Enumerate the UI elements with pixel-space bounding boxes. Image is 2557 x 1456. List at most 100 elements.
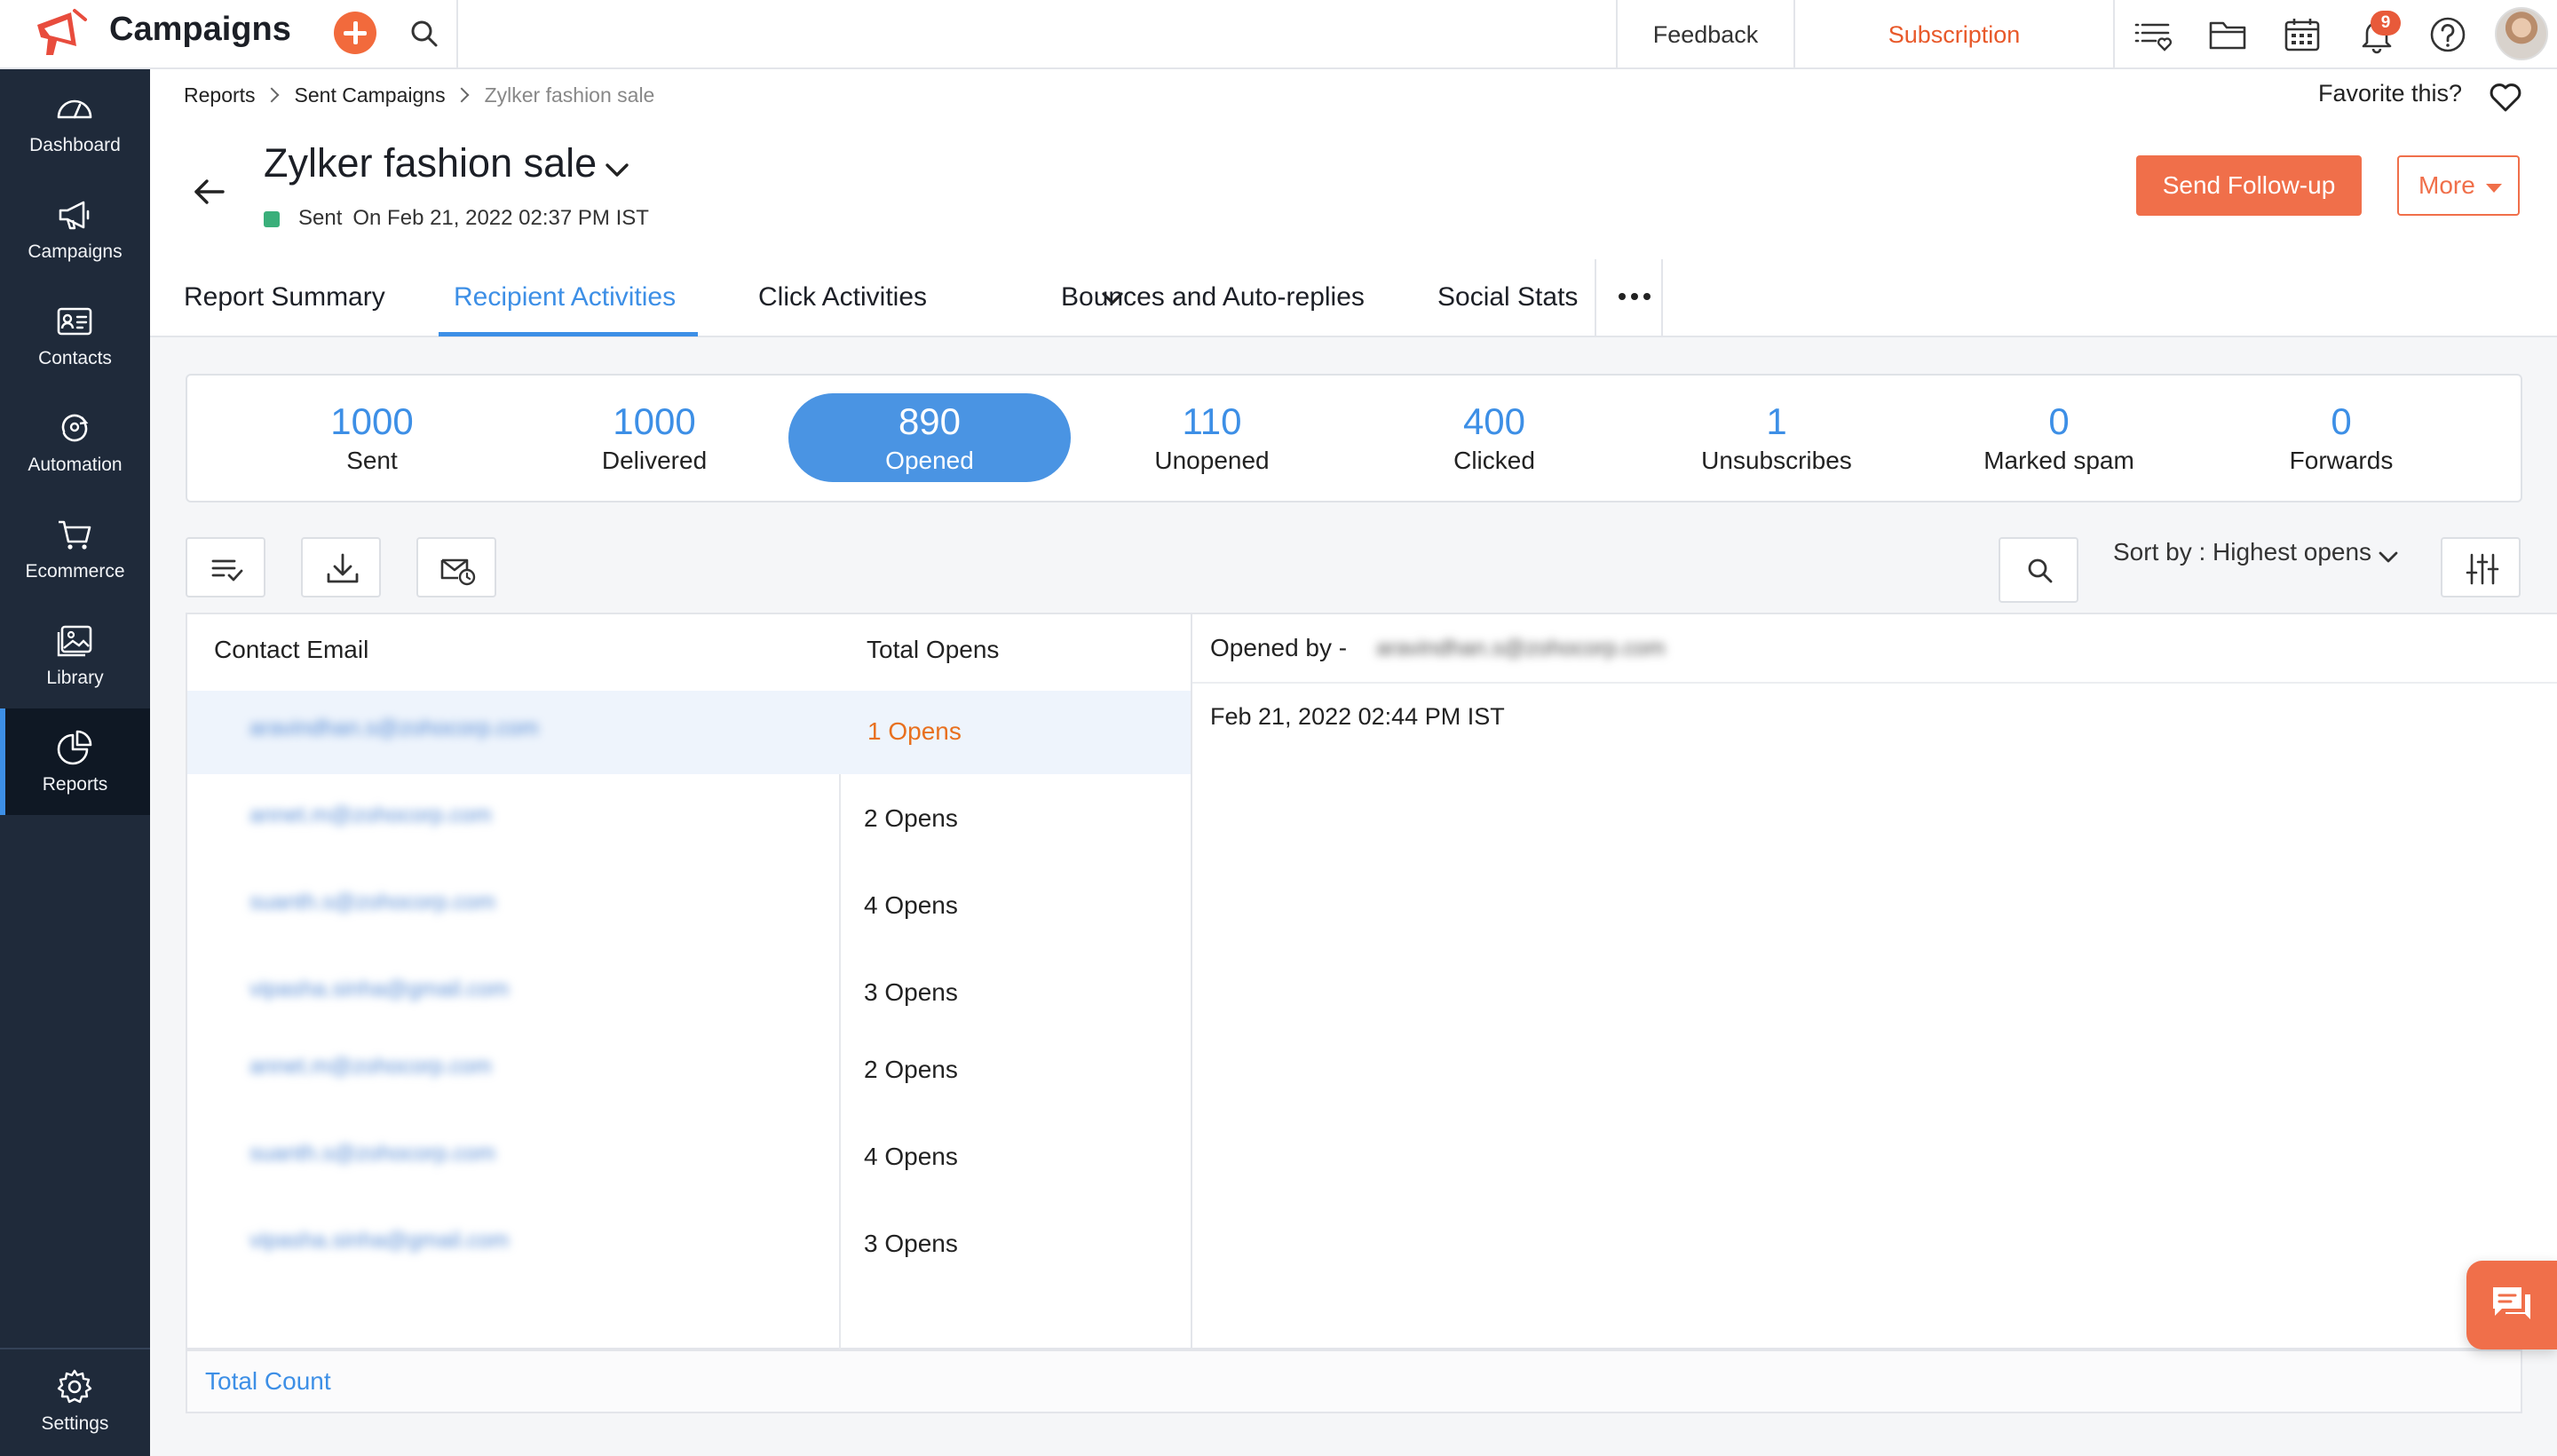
stat-clicked[interactable]: 400 Clicked — [1353, 376, 1635, 501]
table-footer: Total Count — [186, 1349, 2522, 1413]
total-opens: 3 Opens — [864, 978, 958, 1006]
cart-icon — [59, 520, 91, 550]
subscription-link[interactable]: Subscription — [1795, 0, 2113, 69]
more-button[interactable]: More — [2397, 155, 2520, 216]
total-count-link[interactable]: Total Count — [205, 1367, 331, 1396]
sent-timestamp: On Feb 21, 2022 02:37 PM IST — [352, 206, 649, 230]
stat-label: Unopened — [1154, 447, 1270, 474]
contact-email[interactable]: annet.m@zohocorp.com — [249, 803, 492, 828]
stat-sent[interactable]: 1000 Sent — [231, 376, 513, 501]
stat-unopened[interactable]: 110 Unopened — [1071, 376, 1353, 501]
stat-value: 1000 — [330, 400, 414, 442]
image-library-icon — [57, 625, 92, 657]
chevron-down-icon[interactable] — [601, 154, 633, 186]
contact-email[interactable]: annet.m@zohocorp.com — [249, 1054, 492, 1080]
active-tab-indicator — [439, 332, 698, 336]
sort-by-dropdown[interactable]: Sort by : Highest opens — [2113, 538, 2371, 566]
search-icon[interactable] — [408, 18, 440, 50]
select-list-button[interactable] — [186, 537, 265, 597]
pie-chart-icon — [57, 730, 92, 765]
total-opens: 4 Opens — [864, 891, 958, 919]
chat-icon — [2493, 1287, 2530, 1319]
stat-delivered[interactable]: 1000 Delivered — [513, 376, 796, 501]
contact-email[interactable]: suanth.s@zohocorp.com — [249, 1141, 495, 1167]
tab-report-summary[interactable]: Report Summary — [184, 259, 385, 336]
tab-social-stats[interactable]: Social Stats — [1437, 259, 1578, 336]
tab-bounces-auto-replies[interactable]: Bounces and Auto-replies — [1061, 259, 1365, 336]
stat-opened[interactable]: 890 Opened — [788, 376, 1071, 501]
table-row[interactable]: suanth.s@zohocorp.com 4 Opens — [187, 1116, 1191, 1199]
column-header-email[interactable]: Contact Email — [214, 636, 368, 664]
calendar-icon[interactable] — [2282, 14, 2323, 55]
help-icon[interactable] — [2427, 14, 2468, 55]
sidebar-item-dashboard[interactable]: Dashboard — [0, 69, 150, 176]
breadcrumb-reports[interactable]: Reports — [184, 83, 256, 107]
table-row[interactable]: vipasha.sinha@gmail.com 3 Opens — [187, 952, 1191, 1035]
campaigns-logo-icon[interactable] — [32, 7, 91, 62]
open-timestamp: Feb 21, 2022 02:44 PM IST — [1210, 703, 1505, 730]
table-row[interactable]: annet.m@zohocorp.com 2 Opens — [187, 778, 1191, 861]
automation-icon — [61, 414, 89, 442]
contact-email[interactable]: vipasha.sinha@gmail.com — [249, 1228, 509, 1254]
stat-forwards[interactable]: 0 Forwards — [2200, 376, 2482, 501]
sidebar-item-library[interactable]: Library — [0, 602, 150, 708]
schedule-email-button[interactable] — [416, 537, 496, 597]
table-row[interactable]: vipasha.sinha@gmail.com 3 Opens — [187, 1203, 1191, 1286]
stat-label: Sent — [346, 447, 398, 474]
sidebar-item-ecommerce[interactable]: Ecommerce — [0, 495, 150, 602]
divider — [2113, 0, 2115, 69]
stat-label: Unsubscribes — [1701, 447, 1852, 474]
download-icon — [327, 553, 359, 583]
chevron-down-icon[interactable] — [2374, 543, 2403, 572]
heart-icon[interactable] — [2488, 80, 2523, 114]
table-row[interactable]: annet.m@zohocorp.com 2 Opens — [187, 1029, 1191, 1112]
status-badge: Sent — [298, 206, 343, 230]
stat-value: 890 — [898, 400, 962, 442]
back-arrow-icon[interactable] — [191, 178, 226, 206]
list-heart-icon[interactable] — [2133, 14, 2173, 55]
contact-email[interactable]: aravindhan.s@zohocorp.com — [249, 716, 539, 741]
folder-icon[interactable] — [2207, 14, 2248, 55]
status-text: Sent On Feb 21, 2022 02:37 PM IST — [298, 206, 649, 231]
status-indicator — [264, 211, 280, 227]
campaign-header: Reports Sent Campaigns Zylker fashion sale… — [150, 69, 2557, 259]
sidebar-item-label: Library — [46, 668, 104, 688]
total-opens: 2 Opens — [864, 804, 958, 832]
sidebar-item-automation[interactable]: Automation — [0, 389, 150, 495]
tab-click-activities[interactable]: Click Activities — [758, 259, 927, 336]
table-row[interactable]: aravindhan.s@zohocorp.com 1 Opens — [187, 691, 1191, 774]
column-header-opens[interactable]: Total Opens — [867, 636, 999, 664]
sidebar-item-settings[interactable]: Settings — [0, 1348, 150, 1454]
total-opens: 3 Opens — [864, 1230, 958, 1257]
contact-email[interactable]: vipasha.sinha@gmail.com — [249, 977, 509, 1002]
tab-recipient-activities[interactable]: Recipient Activities — [454, 259, 676, 336]
stat-value: 1 — [1766, 400, 1787, 442]
opened-by-header: Opened by - aravindhan.s@zohocorp.com — [1192, 614, 2557, 684]
sidebar-item-reports[interactable]: Reports — [0, 708, 150, 815]
sidebar-item-label: Contacts — [38, 348, 112, 368]
sidebar-item-label: Dashboard — [29, 135, 121, 155]
download-button[interactable] — [301, 537, 381, 597]
table-search-button[interactable] — [1999, 537, 2078, 603]
column-settings-button[interactable] — [2441, 537, 2521, 597]
sliders-icon — [2466, 553, 2499, 585]
sidebar-item-campaigns[interactable]: Campaigns — [0, 176, 150, 282]
avatar[interactable] — [2495, 7, 2548, 60]
sidebar-item-contacts[interactable]: Contacts — [0, 282, 150, 389]
breadcrumb-sent-campaigns[interactable]: Sent Campaigns — [295, 83, 446, 107]
report-tabs: Report Summary Recipient Activities Clic… — [150, 259, 2557, 337]
table-row[interactable]: suanth.s@zohocorp.com 4 Opens — [187, 865, 1191, 948]
breadcrumb: Reports Sent Campaigns Zylker fashion sale — [184, 83, 654, 107]
chat-support-button[interactable] — [2466, 1261, 2557, 1349]
send-follow-up-button[interactable]: Send Follow-up — [2136, 155, 2362, 216]
stat-unsubscribes[interactable]: 1 Unsubscribes — [1635, 376, 1918, 501]
create-new-button[interactable] — [334, 12, 376, 54]
contact-email[interactable]: suanth.s@zohocorp.com — [249, 890, 495, 915]
page-title: Zylker fashion sale — [264, 140, 598, 186]
stat-marked-spam[interactable]: 0 Marked spam — [1918, 376, 2200, 501]
feedback-link[interactable]: Feedback — [1618, 0, 1793, 69]
more-horizontal-icon[interactable] — [1613, 286, 1656, 307]
divider — [1595, 259, 1596, 336]
gear-icon — [57, 1369, 92, 1404]
app-title[interactable]: Campaigns — [109, 11, 291, 49]
